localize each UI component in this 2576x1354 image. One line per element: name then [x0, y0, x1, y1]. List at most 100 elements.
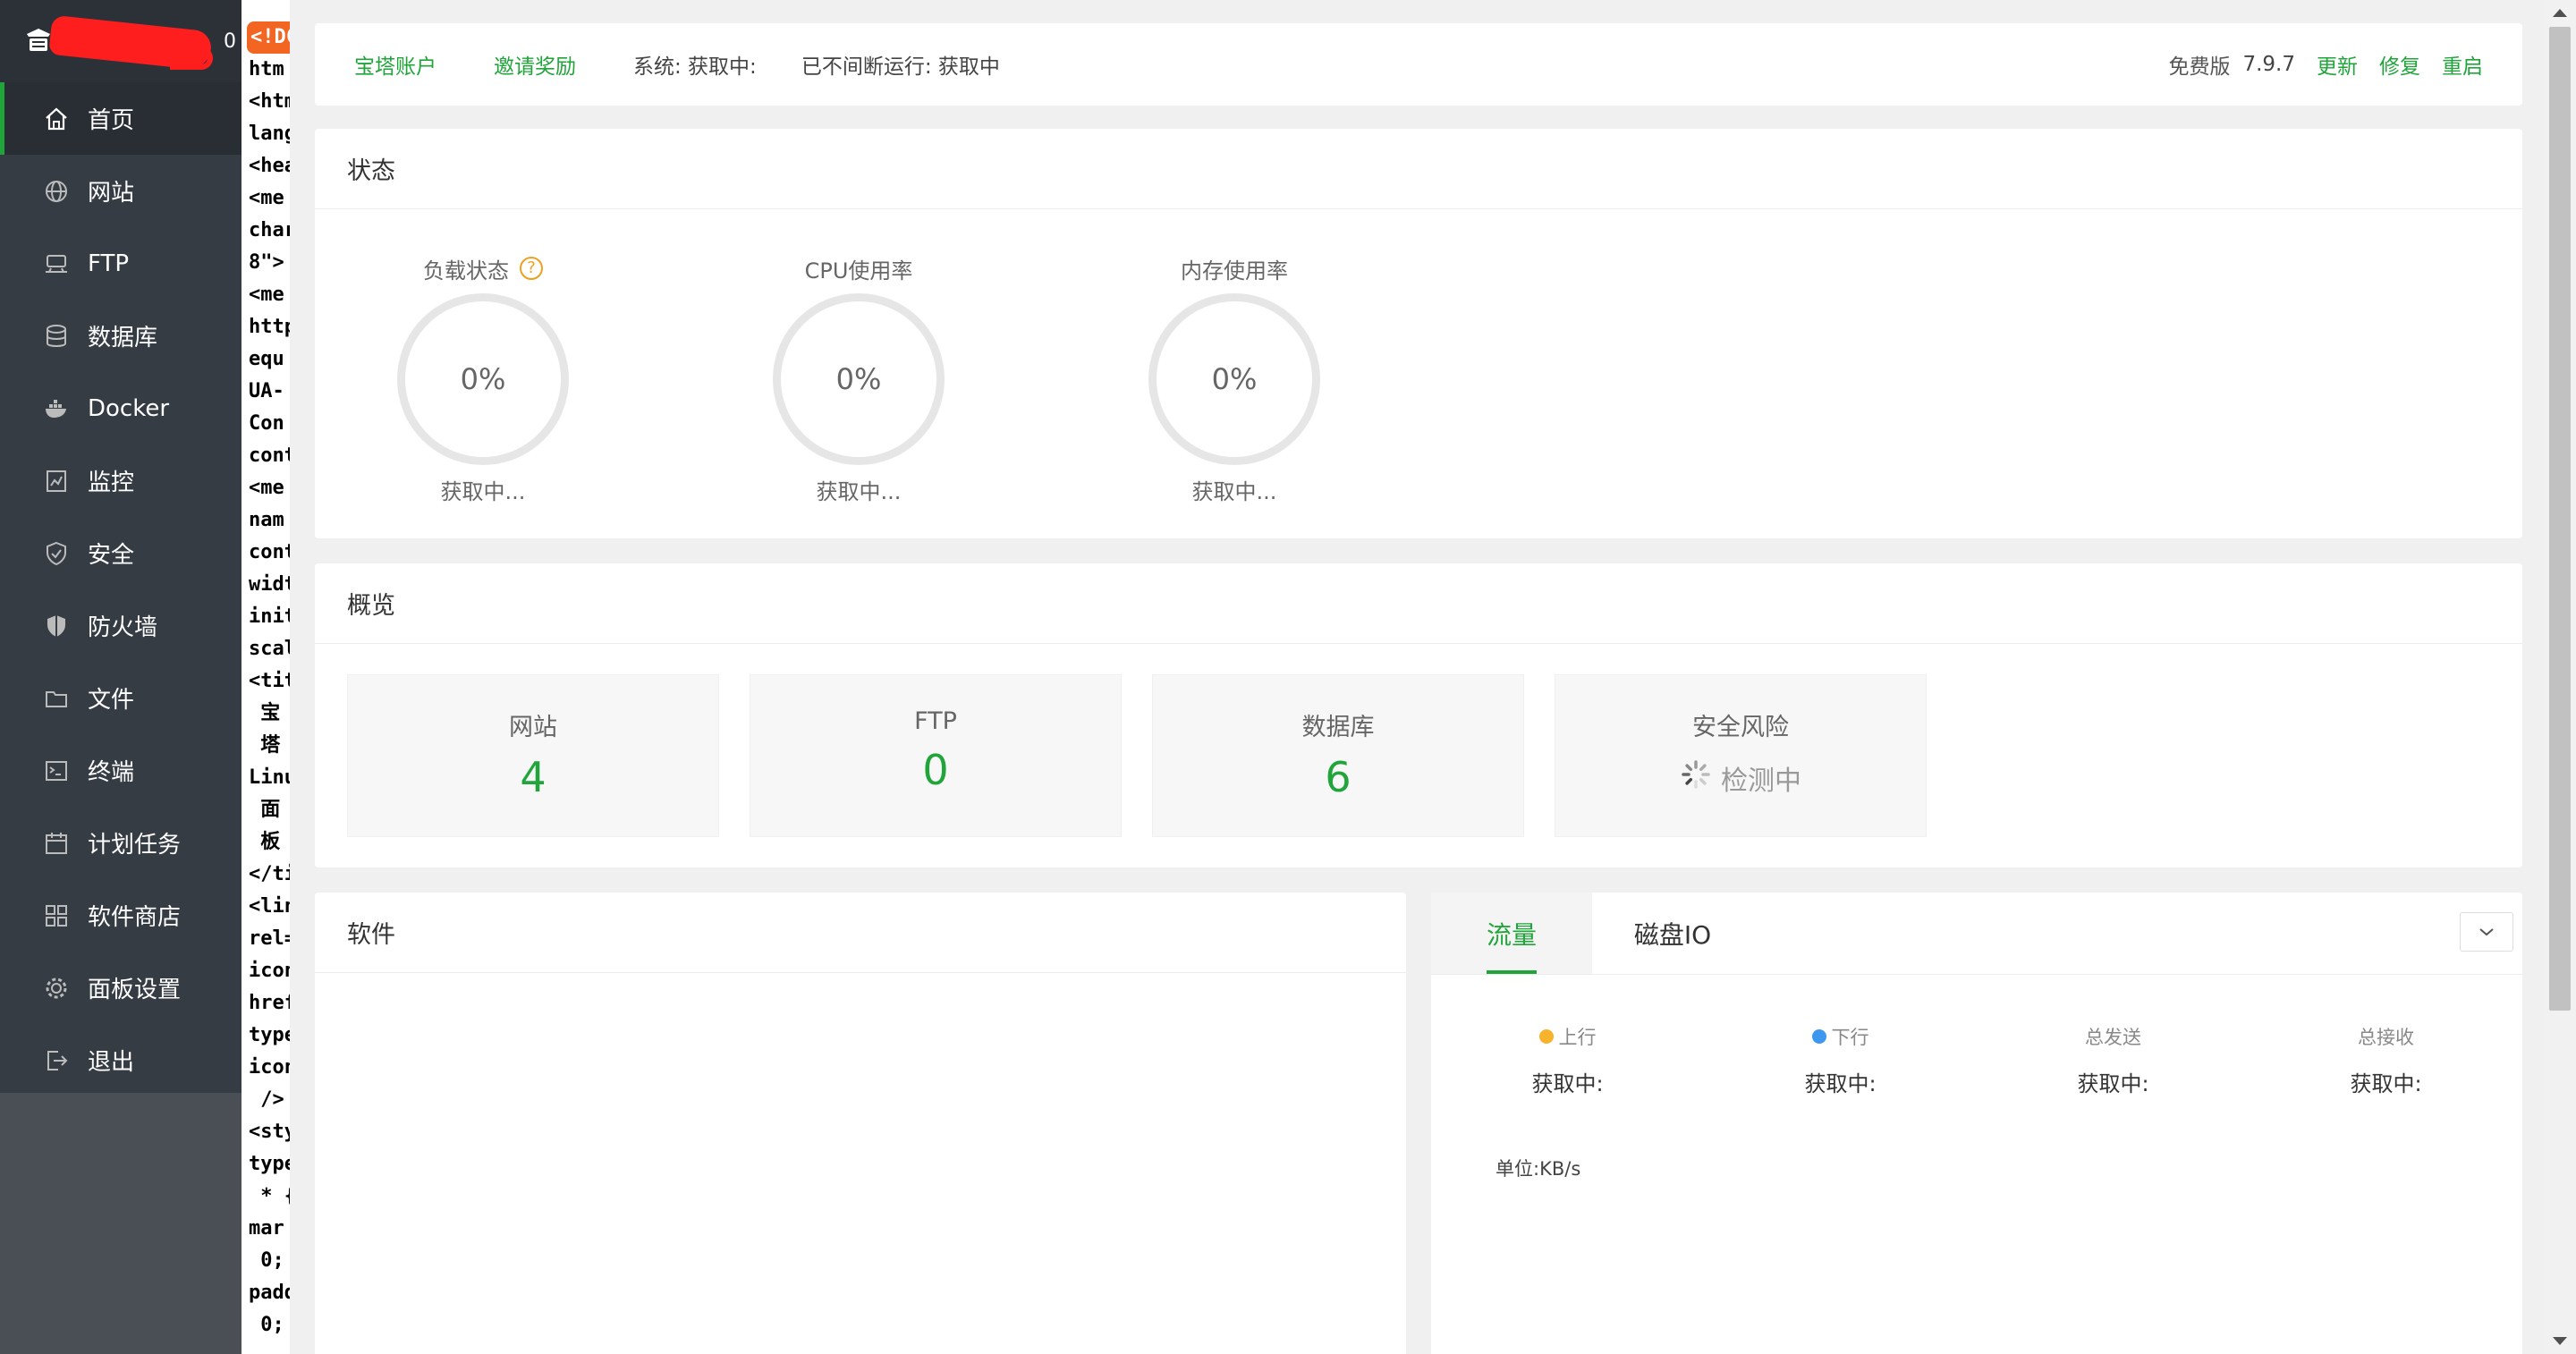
download-dot-icon [1811, 1029, 1826, 1044]
overview-databases[interactable]: 数据库 6 [1152, 674, 1524, 837]
sidebar-item-13[interactable]: 退出 [0, 1024, 242, 1096]
code-line: <sty [249, 1121, 290, 1143]
sidebar-header: 0 [0, 0, 242, 82]
code-line: 0; [249, 1249, 284, 1272]
tab-traffic[interactable]: 流量 [1431, 893, 1592, 974]
sidebar-item-4[interactable]: Docker [0, 372, 242, 444]
version-number: 7.9.7 [2242, 53, 2295, 76]
code-view-strip[interactable]: <!DC htm <htm lang <hea <me char 8"> <me http equ… [242, 0, 290, 1354]
code-line: /> [249, 1088, 284, 1111]
invite-reward-link[interactable]: 邀请奖励 [494, 49, 576, 80]
code-line: <me [249, 477, 284, 499]
system-info: 系统: 获取中: [633, 55, 757, 79]
load-gauge-label: 负载状态 [423, 258, 509, 283]
memory-gauge-title: 内存使用率 [1181, 258, 1288, 283]
sidebar-item-3[interactable]: 数据库 [0, 300, 242, 372]
traffic-stats: 上行 获取中: 下行 获取中: 总发送 获取中: 总接收 获取中: [1431, 975, 2522, 1097]
overview-ftp-count: 0 [922, 746, 949, 794]
sidebar-item-label: FTP [88, 250, 130, 277]
sidebar-nav: 首页网站 FTP 数据库 Docker 监控安全 防火墙文件终端计划任务软件商店面板设置退… [0, 82, 242, 1096]
vertical-scrollbar[interactable] [2544, 0, 2576, 1354]
overview-security-detecting: 检测中 [1555, 758, 1926, 798]
code-line: type [249, 1024, 290, 1046]
repair-link[interactable]: 修复 [2379, 49, 2420, 80]
help-icon[interactable]: ? [520, 257, 543, 280]
gear-icon [43, 975, 70, 1002]
sidebar-item-6[interactable]: 安全 [0, 517, 242, 589]
stat-download-label-row: 下行 [1704, 1023, 1977, 1050]
overview-ftp[interactable]: FTP 0 [750, 674, 1122, 837]
code-line: 面 [249, 799, 281, 821]
code-line: cont [249, 541, 290, 563]
stat-total-received-label: 总接收 [2358, 1027, 2414, 1048]
code-line: 0; [249, 1314, 284, 1336]
overview-websites-count: 4 [520, 753, 547, 801]
sidebar-item-5[interactable]: 监控 [0, 444, 242, 517]
status-panel: 状态 负载状态 ? 0% 获取中... CPU使用率 0% 获取中... 内存使… [315, 129, 2522, 538]
overview-databases-count: 6 [1325, 753, 1352, 801]
scroll-down-arrow-icon[interactable] [2553, 1337, 2567, 1345]
stat-download: 下行 获取中: [1704, 1023, 1977, 1097]
tab-disk-io[interactable]: 磁盘IO [1592, 893, 1753, 974]
bt-account-link[interactable]: 宝塔账户 [354, 49, 436, 80]
status-title: 状态 [315, 129, 2522, 209]
sidebar-item-label: 终端 [88, 759, 135, 786]
grid-icon [43, 902, 70, 929]
traffic-tabs: 流量 磁盘IO [1431, 893, 2522, 975]
code-line: <me [249, 283, 284, 306]
code-line: padd [249, 1282, 290, 1304]
sidebar-item-label: 监控 [88, 470, 135, 496]
sidebar-item-label: 网站 [88, 180, 135, 207]
cpu-gauge-title: CPU使用率 [804, 258, 913, 283]
sidebar-item-8[interactable]: 文件 [0, 662, 242, 734]
load-gauge-title: 负载状态 ? [376, 254, 590, 283]
update-link[interactable]: 更新 [2317, 49, 2358, 80]
cpu-gauge-status: 获取中... [816, 479, 902, 504]
loading-spinner-icon [1680, 758, 1721, 798]
code-line: initi [249, 605, 290, 628]
terminal-icon [43, 757, 70, 784]
ftp-icon [43, 250, 70, 277]
home-icon [43, 106, 70, 132]
sidebar-item-12[interactable]: 面板设置 [0, 952, 242, 1024]
traffic-select-dropdown[interactable] [2460, 912, 2513, 952]
code-line: cont [249, 444, 290, 467]
sidebar-item-0[interactable]: 首页 [0, 82, 242, 155]
memory-gauge[interactable]: 内存使用率 0% 获取中... [1127, 254, 1342, 505]
sidebar-item-10[interactable]: 计划任务 [0, 807, 242, 879]
code-line: 8"> [249, 251, 284, 274]
code-line: type [249, 1153, 290, 1175]
sidebar-item-label: 软件商店 [88, 904, 182, 931]
code-line: Con [249, 412, 284, 435]
code-line: 宝 [249, 702, 281, 724]
code-line: <hea [249, 155, 290, 177]
sidebar-item-label: 首页 [88, 107, 135, 134]
uptime-info: 已不间断运行: 获取中 [801, 55, 1000, 79]
scroll-up-arrow-icon[interactable] [2553, 9, 2567, 17]
overview-panel: 概览 网站 4 FTP 0 数据库 6 安全风险 检测中 [315, 563, 2522, 867]
sidebar-item-7[interactable]: 防火墙 [0, 589, 242, 662]
code-line: <lin [249, 895, 290, 918]
overview-ftp-label: FTP [914, 707, 957, 735]
code-lines: htm <htm lang <hea <me char 8"> <me http equ UA- Co… [242, 54, 290, 1341]
cpu-gauge[interactable]: CPU使用率 0% 获取中... [751, 254, 966, 505]
scrollbar-thumb[interactable] [2549, 27, 2571, 1011]
sidebar-item-label: 文件 [88, 687, 135, 714]
stat-total-sent: 总发送 获取中: [1977, 1023, 2250, 1097]
sidebar-item-9[interactable]: 终端 [0, 734, 242, 807]
shield-check-icon [43, 540, 70, 567]
load-gauge[interactable]: 负载状态 ? 0% 获取中... [376, 254, 590, 505]
folder-icon [43, 685, 70, 712]
code-line: Linu [249, 766, 290, 789]
sidebar-item-1[interactable]: 网站 [0, 155, 242, 227]
sidebar-item-2[interactable]: FTP [0, 227, 242, 300]
software-title: 软件 [315, 893, 1406, 973]
code-line: href [249, 992, 290, 1014]
sidebar-item-11[interactable]: 软件商店 [0, 879, 242, 952]
overview-databases-label: 数据库 [1301, 714, 1375, 741]
restart-link[interactable]: 重启 [2442, 49, 2483, 80]
overview-security-risk[interactable]: 安全风险 检测中 [1555, 674, 1927, 837]
overview-websites[interactable]: 网站 4 [347, 674, 719, 837]
code-line: http [249, 316, 290, 338]
code-line: mar [249, 1217, 284, 1240]
